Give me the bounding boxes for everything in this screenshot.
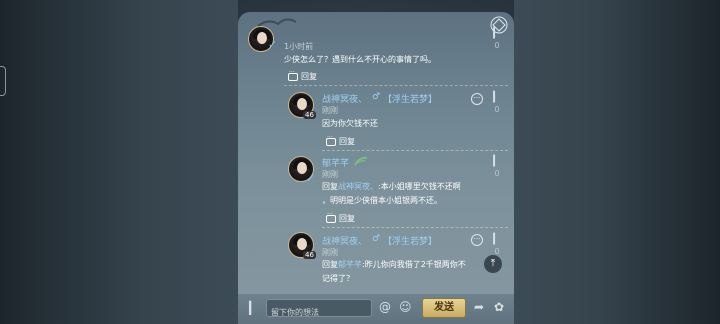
reply-text: 回复战神冥夜、:本小姐哪里欠钱不还啊 ，明明是少侠借本小姐银两不还。 <box>322 180 461 208</box>
verified-icon: ✓ <box>306 172 316 185</box>
thumbs-up-icon[interactable]: ▎ <box>489 234 505 245</box>
comment-text: 少侠怎么了？遇到什么不开心的事情了吗。 <box>284 55 436 64</box>
reply-button[interactable]: 回复 <box>326 134 355 147</box>
leaf-icon <box>354 157 368 166</box>
reply-button[interactable]: 回复 <box>326 211 355 224</box>
level-badge: 46 <box>303 251 316 259</box>
reply-prefix: 回复 <box>322 260 338 269</box>
thumbs-up-icon[interactable]: ▎ <box>489 92 505 103</box>
thumbs-up-icon[interactable]: ▎ <box>489 28 505 39</box>
divider <box>322 227 508 228</box>
more-icon[interactable]: ··· <box>471 93 483 105</box>
reply-text: 因为你欠钱不还 <box>322 119 378 128</box>
birds-decoration <box>247 18 297 37</box>
divider <box>322 150 508 151</box>
reply-text-line1: :本小姐哪里欠钱不还啊 <box>378 182 461 191</box>
reply-text-line1: :昨儿你向我借了2千银两你不 <box>362 260 466 269</box>
mention[interactable]: 郁芊芊 <box>338 260 362 269</box>
like-count: 0 <box>494 105 500 114</box>
at-icon[interactable]: @ <box>379 300 391 314</box>
avatar[interactable]: 46 <box>288 232 316 259</box>
user-name[interactable]: 战神冥夜、 <box>322 234 367 247</box>
background-left <box>0 0 238 324</box>
comment-time: 1小时前 <box>284 42 314 51</box>
like-count: 0 <box>494 41 500 50</box>
divider <box>284 85 508 86</box>
more-icon[interactable]: ··· <box>471 234 483 246</box>
reply-button[interactable]: 回复 <box>288 69 317 82</box>
guild-tag[interactable]: 【浮生若梦】 <box>383 234 437 247</box>
gift-icon[interactable]: ✿ <box>494 300 504 314</box>
reply-prefix: 回复 <box>322 182 338 191</box>
reply-label: 回复 <box>301 72 317 81</box>
reply-text-line2: 记得了？ <box>322 274 354 283</box>
comment-input-field[interactable] <box>267 304 371 321</box>
input-bar: ▎ @ ☺ 发送 ➦ ✿ <box>238 294 514 324</box>
gender-icon: ♂ <box>372 234 381 244</box>
reply-label: 回复 <box>339 137 355 146</box>
user-name[interactable]: 战神冥夜、 <box>322 92 367 105</box>
chat-bubble-icon <box>326 211 336 223</box>
mention[interactable]: 战神冥夜、 <box>338 182 378 191</box>
share-icon[interactable]: ➦ <box>474 300 484 314</box>
reply-time: 刚刚 <box>322 248 338 257</box>
thumbs-up-icon[interactable]: ▎ <box>249 301 258 315</box>
thumbs-up-icon[interactable]: ▎ <box>489 156 505 167</box>
reply-text: 回复郁芊芊:昨儿你向我借了2千银两你不 记得了？ <box>322 258 466 286</box>
verified-icon: ✓ <box>268 38 278 51</box>
user-name[interactable]: 郁芊芊 <box>322 156 349 169</box>
like-count: 0 <box>494 169 500 178</box>
background-right <box>514 0 720 324</box>
avatar[interactable]: 46 <box>288 92 316 119</box>
reply-time: 刚刚 <box>322 106 338 115</box>
guild-tag[interactable]: 【浮生若梦】 <box>383 92 437 105</box>
gender-icon: ♂ <box>372 92 381 102</box>
level-badge: 46 <box>303 111 316 119</box>
reply-label: 回复 <box>339 214 355 223</box>
scroll-to-top-icon[interactable]: ⤒ <box>484 255 502 273</box>
chat-bubble-icon <box>326 134 336 146</box>
side-tab[interactable] <box>0 66 6 96</box>
emoji-icon[interactable]: ☺ <box>399 300 412 314</box>
comment-input[interactable] <box>266 299 372 321</box>
reply-text-line2: ，明明是少侠借本小姐银两不还。 <box>322 196 442 205</box>
chat-bubble-icon <box>288 69 298 81</box>
comment-panel: ✓ 1小时前 0 ▎ 少侠怎么了？遇到什么不开心的事情了吗。 回复 46 战神冥… <box>238 12 514 324</box>
send-button[interactable]: 发送 <box>422 298 466 318</box>
reply-time: 刚刚 <box>322 170 338 179</box>
